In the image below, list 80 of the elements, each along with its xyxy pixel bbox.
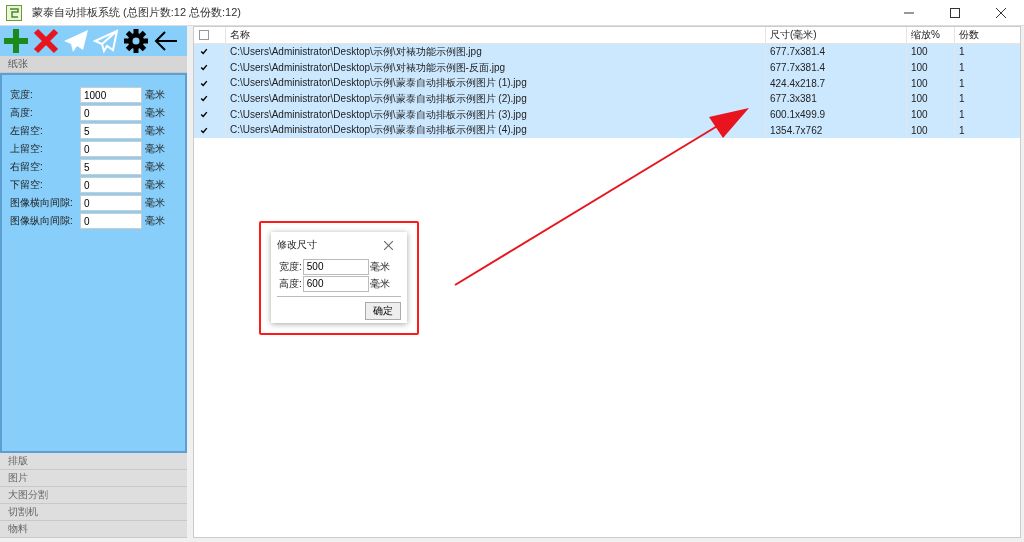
row-checkbox[interactable]	[199, 125, 209, 136]
row-checkbox[interactable]	[199, 78, 209, 89]
table-cell: 677.7x381.4	[770, 62, 826, 74]
unit-label: 毫米	[145, 178, 165, 192]
table-cell: 677.3x381	[770, 93, 817, 105]
section-header[interactable]: 大图分割	[0, 487, 187, 504]
delete-icon[interactable]	[33, 28, 59, 54]
unit-label: 毫米	[145, 88, 165, 102]
close-icon[interactable]	[996, 7, 1006, 18]
table-cell: C:\Users\Administrator\Desktop\示例\蒙泰自动排板示例图片 (2).jpg	[230, 91, 527, 106]
unit-label: 毫米	[145, 124, 165, 138]
table-cell: 1	[959, 109, 965, 121]
table-cell: 1	[959, 124, 965, 136]
table-cell: 100	[911, 62, 928, 74]
field-label: 上留空:	[10, 142, 44, 156]
section-header[interactable]: 排版	[0, 453, 187, 470]
select-all-checkbox[interactable]	[199, 30, 209, 40]
row-checkbox[interactable]	[199, 109, 209, 120]
field-label: 下留空:	[10, 178, 44, 192]
field-label: 图像横向间隙:	[10, 196, 74, 210]
table-cell: C:\Users\Administrator\Desktop\示例\蒙泰自动排板示例图片 (4).jpg	[230, 123, 527, 138]
input-field[interactable]: 0	[80, 195, 142, 211]
table-cell: 1	[959, 93, 965, 105]
table-cell: 424.4x218.7	[770, 77, 826, 89]
table-cell: 600.1x499.9	[770, 109, 826, 121]
table-cell: 100	[911, 109, 928, 121]
table-cell: 100	[911, 46, 928, 58]
maximize-icon[interactable]	[950, 7, 960, 18]
unit-label: 毫米	[369, 259, 390, 274]
input-field[interactable]: 0	[80, 105, 142, 121]
unit-label: 毫米	[145, 106, 165, 120]
field-label: 宽度:	[10, 88, 34, 102]
table-cell: C:\Users\Administrator\Desktop\示例\对裱功能示例图.jpg	[230, 44, 482, 59]
table-cell: 100	[911, 93, 928, 105]
table-cell: C:\Users\Administrator\Desktop\示例\对裱功能示例图-反面.jpg	[230, 60, 506, 75]
table-cell: 1	[959, 77, 965, 89]
table-cell: 1	[959, 62, 965, 74]
table-cell: C:\Users\Administrator\Desktop\示例\蒙泰自动排板示例图片 (3).jpg	[230, 107, 527, 122]
app-icon	[6, 4, 22, 21]
input-field[interactable]: 5	[80, 123, 142, 139]
input-field[interactable]: 5	[80, 159, 142, 175]
dialog-title: 修改尺寸	[277, 238, 317, 252]
unit-label: 毫米	[145, 214, 165, 228]
table-cell: C:\Users\Administrator\Desktop\示例\蒙泰自动排板示例图片 (1).jpg	[230, 76, 527, 91]
input-field[interactable]: 600	[302, 275, 369, 292]
column-header[interactable]: 尺寸(毫米)	[770, 28, 817, 42]
field-label: 图像纵向间隙:	[10, 214, 74, 228]
unit-label: 毫米	[145, 160, 165, 174]
window-title: 蒙泰自动排板系统 (总图片数:12 总份数:12)	[32, 5, 242, 20]
input-field[interactable]: 0	[80, 213, 142, 229]
table-cell: 1	[959, 46, 965, 58]
row-checkbox[interactable]	[199, 46, 209, 57]
column-header[interactable]: 名称	[230, 28, 250, 42]
input-field[interactable]: 0	[80, 177, 142, 193]
table-cell: 100	[911, 77, 928, 89]
section-header[interactable]: 切割机	[0, 504, 187, 521]
table-cell: 100	[911, 124, 928, 136]
column-header[interactable]: 缩放%	[911, 28, 940, 42]
field-label: 右留空:	[10, 160, 44, 174]
add-icon[interactable]	[3, 28, 29, 54]
unit-label: 毫米	[145, 196, 165, 210]
field-label: 高度:	[279, 276, 302, 291]
section-header[interactable]: 纸张	[0, 56, 187, 73]
input-field[interactable]: 0	[80, 141, 142, 157]
confirm-button[interactable]: 确定	[365, 302, 401, 320]
unit-label: 毫米	[145, 142, 165, 156]
input-field[interactable]: 500	[302, 258, 369, 275]
row-checkbox[interactable]	[199, 62, 209, 73]
field-label: 高度:	[10, 106, 34, 120]
table-cell: 1354.7x762	[770, 124, 823, 136]
settings-icon[interactable]	[123, 28, 149, 54]
field-label: 宽度:	[279, 259, 302, 274]
field-label: 左留空:	[10, 124, 44, 138]
row-checkbox[interactable]	[199, 93, 209, 104]
column-header[interactable]: 份数	[959, 28, 979, 42]
unit-label: 毫米	[369, 276, 390, 291]
input-field[interactable]: 1000	[80, 87, 142, 103]
table-cell: 677.7x381.4	[770, 46, 826, 58]
section-header[interactable]: 图片	[0, 470, 187, 487]
section-header[interactable]: 物料	[0, 521, 187, 538]
